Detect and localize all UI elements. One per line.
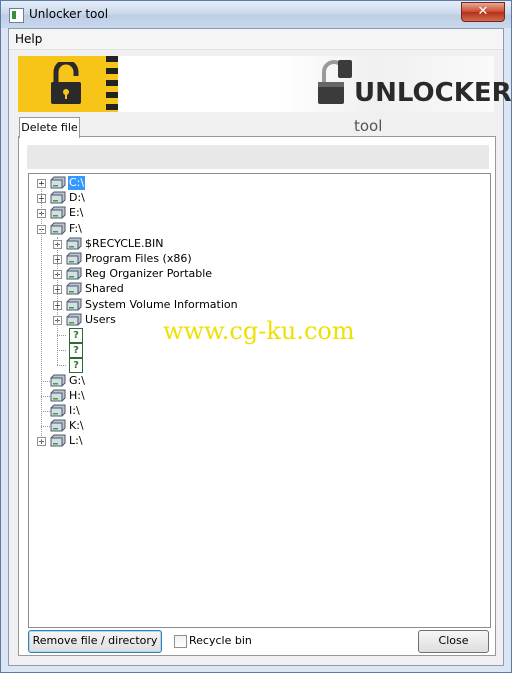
drive-icon (50, 419, 66, 432)
drive-icon (50, 404, 66, 417)
tree-item-folder[interactable]: System Volume Information (84, 298, 239, 312)
recycle-bin-checkbox[interactable] (174, 635, 187, 648)
client-area: Help UNLOCKER tool Delete file + C:\ + D… (8, 28, 512, 666)
unknown-item-icon: ? (69, 328, 83, 343)
drive-icon (50, 222, 66, 235)
unknown-item-icon: ? (69, 343, 83, 359)
tree-connector (41, 426, 50, 428)
path-strip (27, 145, 489, 169)
unlocker-window: Unlocker tool ✕ Help UNLOCKER tool Delet… (0, 0, 512, 673)
tree-item-folder[interactable]: Program Files (x86) (84, 252, 193, 266)
menu-help[interactable]: Help (15, 32, 42, 46)
drive-tree[interactable]: + C:\ + D:\ + E:\ − F:\ + $RECYCLE.BIN + Program Fi… (28, 173, 491, 628)
tree-connector (57, 350, 66, 352)
title-bar[interactable]: Unlocker tool ✕ (1, 1, 511, 28)
tree-item-drive[interactable]: G:\ (68, 374, 86, 388)
watermark-text: www.cg-ku.com (163, 317, 355, 345)
tree-connector (41, 380, 50, 382)
folder-drive-icon (66, 313, 82, 326)
tree-item-folder[interactable]: Shared (84, 282, 125, 296)
window-close-button[interactable]: ✕ (461, 2, 505, 22)
tree-item-drive[interactable]: F:\ (68, 222, 83, 236)
tree-item-drive[interactable]: L:\ (68, 434, 84, 448)
folder-drive-icon (66, 267, 82, 280)
delete-file-panel: + C:\ + D:\ + E:\ − F:\ + $RECYCLE.BIN + Program Fi… (18, 136, 496, 656)
tree-connector (41, 411, 50, 412)
tree-item-drive[interactable]: I:\ (68, 404, 81, 418)
banner-lock-panel (18, 56, 118, 112)
menu-bar: Help (9, 29, 503, 50)
tree-connector (57, 365, 66, 367)
drive-icon (50, 389, 66, 402)
tree-connector (41, 184, 42, 443)
tree-item-folder[interactable]: Reg Organizer Portable (84, 267, 213, 281)
tree-connector (57, 236, 58, 366)
tab-delete-file[interactable]: Delete file (19, 117, 80, 138)
drive-icon (50, 374, 66, 387)
drive-icon (50, 191, 66, 204)
banner-brand: UNLOCKER tool (354, 78, 512, 138)
tree-item-folder[interactable]: Users (84, 313, 117, 327)
padlock-icon (51, 62, 81, 104)
recycle-bin-label[interactable]: Recycle bin (189, 634, 252, 647)
banner: UNLOCKER tool (18, 56, 512, 135)
folder-drive-icon (66, 298, 82, 311)
tree-connector (57, 335, 66, 336)
app-icon (9, 8, 24, 23)
drive-icon (50, 206, 66, 219)
close-button[interactable]: Close (418, 630, 489, 653)
window-title: Unlocker tool (29, 7, 109, 21)
tree-item-folder[interactable]: $RECYCLE.BIN (84, 237, 164, 251)
banner-stripes (106, 56, 118, 112)
tree-connector (41, 395, 50, 397)
tree-item-drive[interactable]: E:\ (68, 206, 84, 220)
banner-brand-small: tool (354, 117, 383, 135)
banner-brand-big: UNLOCKER (354, 78, 512, 108)
drive-icon (50, 176, 66, 189)
tree-item-drive[interactable]: C:\ (68, 176, 86, 190)
drive-icon (50, 434, 66, 447)
remove-file-button[interactable]: Remove file / directory (28, 630, 162, 653)
folder-drive-icon (66, 237, 82, 250)
tree-item-drive[interactable]: K:\ (68, 419, 85, 433)
tree-item-drive[interactable]: H:\ (68, 389, 86, 403)
folder-drive-icon (66, 252, 82, 265)
unlocker-logo-icon (318, 60, 352, 104)
folder-drive-icon (66, 282, 82, 295)
unknown-item-icon: ? (69, 358, 83, 374)
tree-item-drive[interactable]: D:\ (68, 191, 86, 205)
